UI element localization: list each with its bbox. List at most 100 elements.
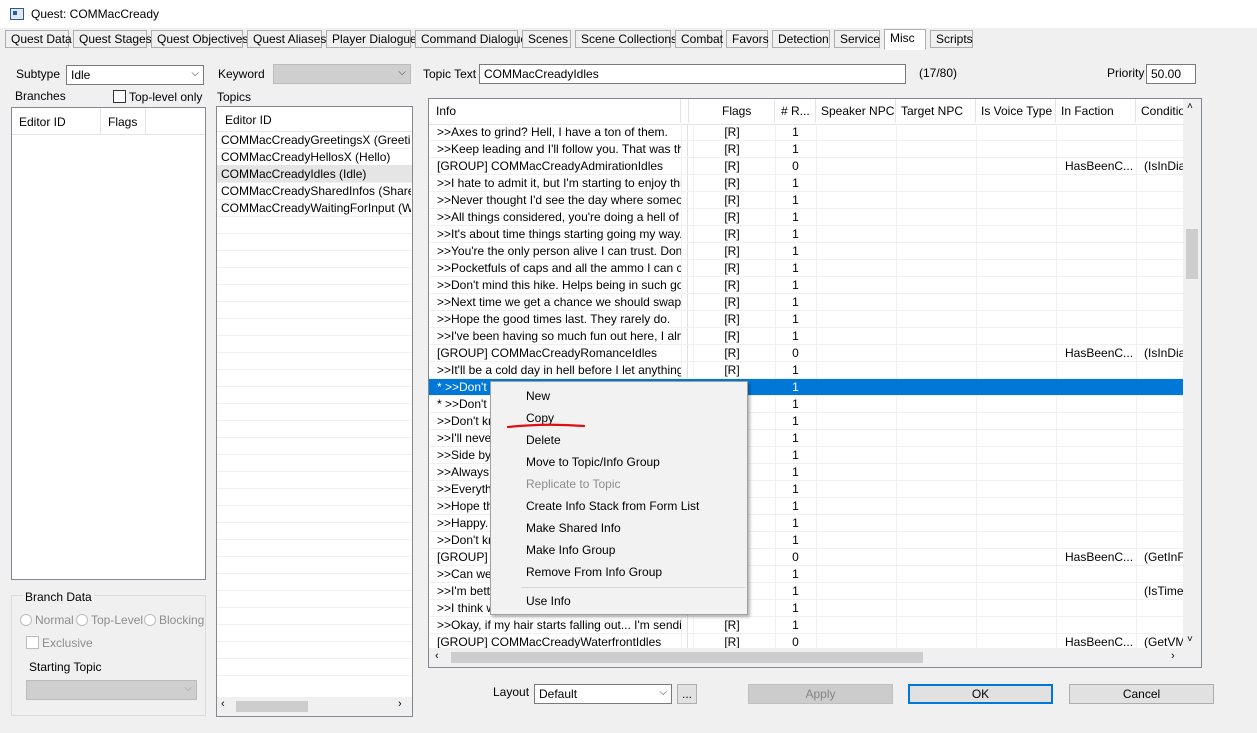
starting-topic-dropdown[interactable]: ⌵ [26, 680, 197, 700]
col-r[interactable]: # R... [775, 99, 816, 123]
tab-quest-data[interactable]: Quest Data [5, 30, 72, 48]
info-row[interactable]: >>Hope the good times last. They rarely … [429, 311, 1183, 328]
tab-scenes[interactable]: Scenes [522, 30, 571, 48]
radio-icon[interactable] [76, 614, 88, 626]
topic-text-input[interactable]: COMMacCreadyIdles [479, 64, 906, 84]
radio-blocking[interactable]: Blocking [144, 613, 204, 627]
tab-quest-stages[interactable]: Quest Stages [73, 30, 152, 48]
topic-row[interactable]: COMMacCreadyHellosX (Hello) [221, 149, 411, 166]
toplevel-only-checkbox[interactable]: Top-level only [113, 90, 202, 104]
branches-col-editorid[interactable]: Editor ID [19, 115, 66, 129]
info-row[interactable]: >>You're the only person alive I can tru… [429, 243, 1183, 260]
col-target-npc[interactable]: Target NPC [896, 99, 976, 123]
col-speaker-npc[interactable]: Speaker NPC [816, 99, 896, 123]
checkbox-box[interactable] [113, 90, 126, 103]
menu-item-make-info-group[interactable]: Make Info Group [526, 539, 615, 561]
count-cell: 0 [792, 346, 799, 360]
info-row[interactable]: >>Don't mind this hike. Helps being in s… [429, 277, 1183, 294]
vscroll-thumb[interactable] [1186, 229, 1198, 279]
radio-icon[interactable] [144, 614, 156, 626]
info-row[interactable]: [GROUP] COMMacCreadyRomanceIdles [R] 0 HasB… [429, 345, 1183, 362]
topic-row[interactable]: COMMacCreadyIdles (Idle) [221, 166, 411, 183]
scroll-right-icon[interactable]: › [398, 698, 402, 710]
scroll-left-icon[interactable]: ‹ [221, 698, 225, 710]
branches-col-flags[interactable]: Flags [108, 115, 137, 129]
col-flags[interactable]: Flags [689, 99, 775, 123]
info-row[interactable]: >>Okay, if my hair starts falling out...… [429, 617, 1183, 634]
apply-button[interactable]: Apply [748, 684, 893, 704]
ok-button[interactable]: OK [908, 684, 1053, 704]
info-row[interactable]: >>Axes to grind? Hell, I have a ton of t… [429, 124, 1183, 141]
scroll-left-icon[interactable]: ‹ [435, 650, 439, 662]
subtype-dropdown[interactable]: Idle ⌵ [66, 65, 204, 85]
info-row[interactable]: [GROUP] COMMacCreadyAdmirationIdles [R] 0 H… [429, 158, 1183, 175]
menu-item-move-to-topic[interactable]: Move to Topic/Info Group [526, 451, 660, 473]
layout-browse-button[interactable]: ... [677, 684, 697, 704]
info-row[interactable]: >>I hate to admit it, but I'm starting t… [429, 175, 1183, 192]
info-row[interactable]: >>Pocketfuls of caps and all the ammo I … [429, 260, 1183, 277]
cancel-button[interactable]: Cancel [1069, 684, 1214, 704]
tab-scripts[interactable]: Scripts [930, 30, 973, 48]
keyword-dropdown[interactable]: ⌵ [273, 64, 411, 84]
hscroll-thumb[interactable] [236, 701, 308, 712]
info-row[interactable]: >>All things considered, you're doing a … [429, 209, 1183, 226]
info-vscrollbar[interactable]: ˄ ˅ [1183, 99, 1201, 648]
hscroll-thumb[interactable] [451, 652, 923, 663]
faction-cell: HasBeenC... [1065, 550, 1134, 564]
info-row[interactable]: >>I've been having so much fun out here,… [429, 328, 1183, 345]
branches-list[interactable]: Editor ID Flags [11, 107, 206, 580]
info-row[interactable]: [GROUP] COMMacCreadyWaterfrontIdles [R] 0 H… [429, 634, 1183, 648]
radio-icon[interactable] [20, 614, 32, 626]
tab-command-dialogue[interactable]: Command Dialogue [415, 30, 527, 48]
tab-scene-collections[interactable]: Scene Collections [575, 30, 677, 48]
faction-cell [1065, 328, 1135, 345]
info-row[interactable]: >>It's about time things starting going … [429, 226, 1183, 243]
scroll-down-icon[interactable]: ˅ [1187, 634, 1193, 645]
checkbox-box[interactable] [26, 636, 39, 649]
menu-item-use-info[interactable]: Use Info [526, 590, 571, 612]
exclusive-checkbox[interactable]: Exclusive [26, 636, 93, 650]
tab-detection[interactable]: Detection [772, 30, 830, 48]
condition-cell: (IsInDial [1144, 159, 1183, 173]
col-is-voice-type[interactable]: Is Voice Type [976, 99, 1056, 123]
flags-cell: [R] [724, 329, 740, 343]
count-cell: 1 [792, 533, 799, 547]
menu-item-new[interactable]: New [526, 385, 550, 407]
tab-service[interactable]: Service [834, 30, 880, 48]
topic-row[interactable]: COMMacCreadyWaitingForInput (WaitingForI… [221, 200, 411, 217]
tab-misc[interactable]: Misc [884, 29, 926, 50]
menu-item-remove-from-info-group[interactable]: Remove From Info Group [526, 561, 662, 583]
tab-quest-aliases[interactable]: Quest Aliases [247, 30, 326, 48]
menu-item-create-info-stack[interactable]: Create Info Stack from Form List [526, 495, 699, 517]
tab-combat[interactable]: Combat [675, 30, 723, 48]
layout-dropdown[interactable]: Default ⌵ [534, 684, 672, 704]
faction-cell [1065, 396, 1135, 413]
tab-quest-objectives[interactable]: Quest Objectives [151, 30, 248, 48]
topics-hscrollbar[interactable]: ‹ › [217, 697, 412, 716]
col-info[interactable]: Info [431, 99, 681, 123]
topics-list[interactable]: Editor ID COMMacCreadyGreetingsX (Greeti… [216, 106, 413, 717]
tab-favors[interactable]: Favors [726, 30, 769, 48]
info-hscrollbar[interactable]: ‹ › [429, 648, 1183, 667]
flags-cell: [R] [724, 159, 740, 173]
topic-row[interactable]: COMMacCreadySharedInfos (SharedInfo) [221, 183, 411, 200]
menu-item-make-shared-info[interactable]: Make Shared Info [526, 517, 621, 539]
info-row[interactable]: >>Keep leading and I'll follow you. That… [429, 141, 1183, 158]
radio-toplevel[interactable]: Top-Level [76, 613, 143, 627]
col-in-faction[interactable]: In Faction [1056, 99, 1136, 123]
info-cell: >>Don't mind this hike. Helps being in s… [437, 278, 681, 292]
tab-player-dialogue[interactable]: Player Dialogue [326, 30, 417, 48]
info-row[interactable]: >>Never thought I'd see the day where so… [429, 192, 1183, 209]
radio-normal[interactable]: Normal [20, 613, 74, 627]
topics-col-editorid[interactable]: Editor ID [225, 113, 272, 127]
menu-item-delete[interactable]: Delete [526, 429, 561, 451]
menu-item-replicate-to-topic[interactable]: Replicate to Topic [526, 473, 621, 495]
faction-cell [1065, 600, 1135, 617]
info-row[interactable]: >>Next time we get a chance we should sw… [429, 294, 1183, 311]
info-row[interactable]: >>It'll be a cold day in hell before I l… [429, 362, 1183, 379]
scroll-up-icon[interactable]: ˄ [1187, 101, 1193, 112]
topic-row[interactable]: COMMacCreadyGreetingsX (Greeting) [221, 132, 411, 149]
col-condition[interactable]: Condition [1136, 99, 1183, 123]
scroll-right-icon[interactable]: › [1171, 650, 1175, 662]
priority-input[interactable]: 50.00 [1146, 64, 1196, 84]
